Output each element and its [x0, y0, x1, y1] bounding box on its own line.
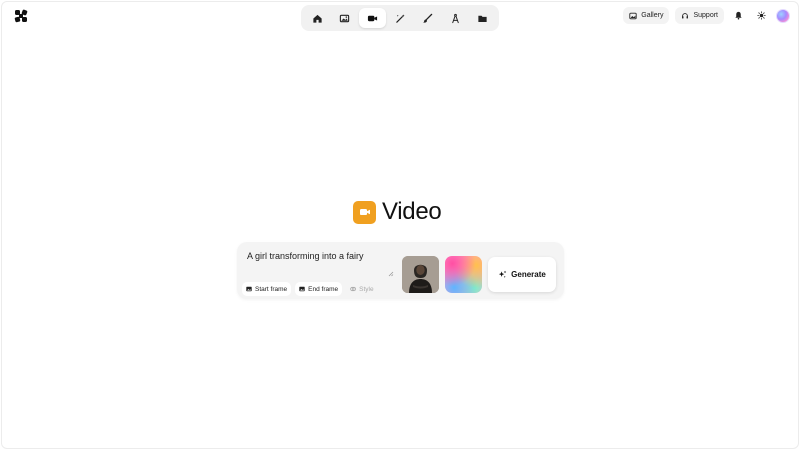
nav-train[interactable] [442, 8, 469, 28]
video-camera-icon [367, 15, 378, 21]
gallery-label: Gallery [641, 12, 664, 19]
generate-button[interactable]: Generate [488, 257, 556, 292]
nav-home[interactable] [304, 8, 331, 28]
nav-image[interactable] [332, 8, 359, 28]
home-icon [313, 14, 322, 23]
magic-wand-icon [395, 13, 405, 23]
support-button[interactable]: Support [675, 7, 724, 24]
header-actions: Gallery Support [623, 7, 790, 24]
image-icon [299, 286, 305, 292]
generate-label: Generate [511, 270, 546, 279]
prompt-input[interactable]: A girl transforming into a fairy [247, 251, 364, 261]
compass-icon [451, 13, 459, 23]
headset-icon [682, 12, 689, 18]
end-frame-label: End frame [308, 285, 339, 293]
video-badge-icon [353, 200, 376, 224]
gallery-icon [629, 12, 637, 19]
nav-edit[interactable] [414, 8, 441, 28]
page-heading: Video [353, 198, 442, 226]
sun-icon [757, 11, 766, 20]
folder-icon [478, 15, 487, 22]
image-icon [340, 14, 350, 22]
page-title: Video [382, 198, 442, 225]
frame-options: Start frame End frame Style [242, 282, 378, 296]
style-button[interactable]: Style [346, 282, 377, 296]
gallery-button[interactable]: Gallery [623, 7, 670, 24]
resize-handle-icon[interactable] [388, 271, 394, 277]
bell-icon [735, 11, 742, 20]
sparkle-icon [499, 270, 507, 278]
end-frame-button[interactable]: End frame [295, 282, 343, 296]
style-icon [350, 286, 357, 292]
style-label: Style [359, 285, 374, 293]
brand-logo-icon[interactable] [14, 9, 28, 23]
nav-video[interactable] [359, 8, 386, 28]
brush-icon [423, 13, 433, 23]
notifications-button[interactable] [730, 7, 747, 24]
style-thumbnail[interactable] [445, 256, 482, 293]
person-photo [402, 256, 439, 293]
prompt-composer: A girl transforming into a fairy Start f… [237, 242, 564, 299]
start-frame-button[interactable]: Start frame [242, 282, 292, 296]
theme-toggle-button[interactable] [753, 7, 770, 24]
start-frame-label: Start frame [255, 285, 288, 293]
user-avatar[interactable] [776, 8, 790, 23]
support-label: Support [693, 12, 718, 19]
start-frame-thumbnail[interactable] [402, 256, 439, 293]
image-icon [246, 286, 252, 292]
nav-files[interactable] [469, 8, 496, 28]
top-nav [301, 5, 499, 31]
nav-enhance[interactable] [387, 8, 414, 28]
